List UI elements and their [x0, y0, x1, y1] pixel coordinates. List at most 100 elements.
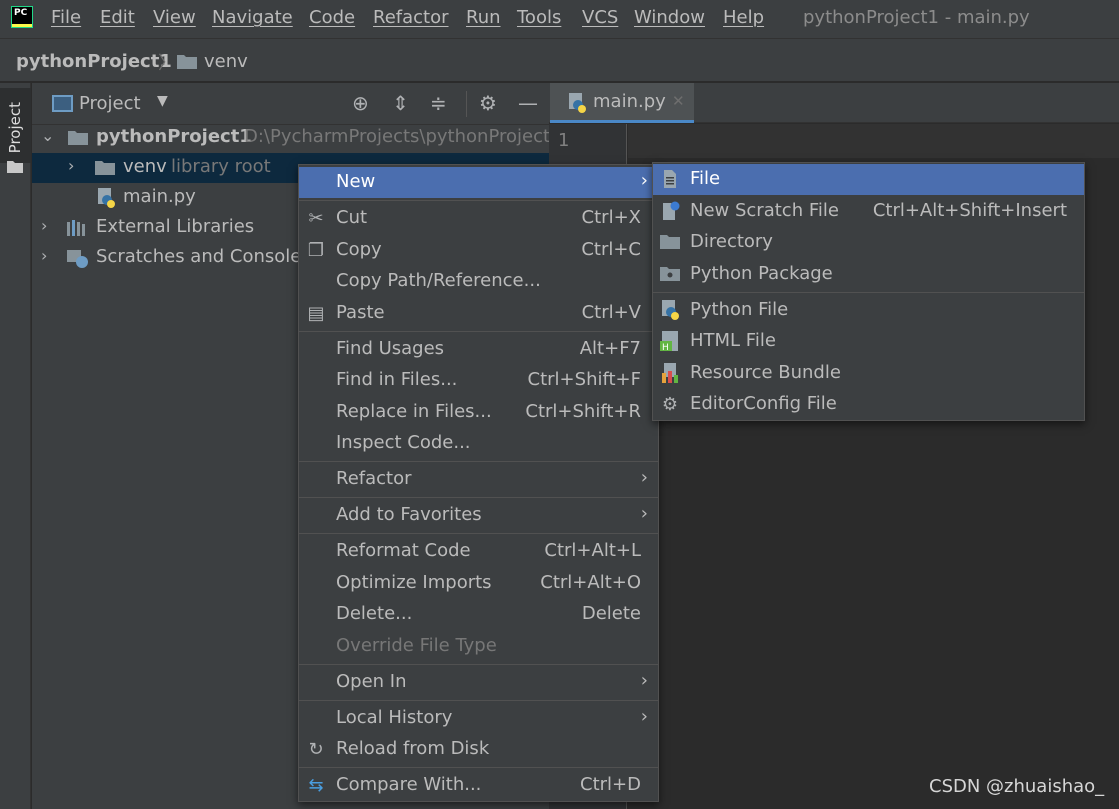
menu-item-new[interactable]: New › [299, 167, 658, 198]
menu-separator [299, 533, 658, 534]
menu-item-copy-path[interactable]: Copy Path/Reference... [299, 266, 658, 297]
menu-item-reformat-code[interactable]: Reformat Code Ctrl+Alt+L [299, 536, 658, 567]
menu-item-replace-in-files[interactable]: Replace in Files... Ctrl+Shift+R [299, 397, 658, 428]
chevron-right-icon: › [640, 706, 648, 727]
python-file-icon [569, 93, 586, 113]
submenu-item-python-package[interactable]: Python Package [653, 259, 1084, 290]
hide-icon[interactable]: — [518, 92, 538, 114]
collapse-all-icon[interactable]: ≑ [430, 92, 447, 114]
menu-item-paste[interactable]: ▤ Paste Ctrl+V [299, 298, 658, 329]
chevron-right-icon[interactable]: › [41, 246, 47, 265]
menu-item-shortcut: Ctrl+Shift+R [525, 401, 641, 422]
menu-item-delete[interactable]: Delete... Delete [299, 599, 658, 630]
menu-edit[interactable]: Edit [100, 7, 135, 28]
menu-window[interactable]: Window [634, 7, 705, 28]
menu-item-find-in-files[interactable]: Find in Files... Ctrl+Shift+F [299, 365, 658, 396]
menu-item-label: Python Package [690, 263, 833, 284]
menu-item-label: Cut [336, 207, 368, 228]
menu-help[interactable]: Help [723, 7, 764, 28]
menu-item-label: Delete... [336, 603, 413, 624]
menu-item-compare-with[interactable]: ⇆ Compare With... Ctrl+D [299, 770, 658, 801]
folder-icon [177, 55, 197, 69]
tab-main-py[interactable]: main.py ✕ [550, 83, 694, 123]
chevron-down-icon[interactable]: ⌄ [41, 126, 54, 145]
gear-icon: ⚙ [661, 394, 679, 415]
breadcrumb-venv[interactable]: venv [204, 51, 248, 72]
menu-item-label: Override File Type [336, 635, 497, 656]
menu-item-label: Refactor [336, 468, 412, 489]
html-file-icon: H [660, 331, 678, 351]
svg-text:H: H [662, 343, 669, 351]
submenu-item-editorconfig-file[interactable]: ⚙ EditorConfig File [653, 389, 1084, 420]
menu-tools[interactable]: Tools [517, 7, 561, 28]
menu-item-local-history[interactable]: Local History › [299, 703, 658, 734]
menu-item-reload-from-disk[interactable]: ↻ Reload from Disk [299, 734, 658, 765]
gear-icon[interactable]: ⚙ [479, 92, 497, 114]
menu-item-find-usages[interactable]: Find Usages Alt+F7 [299, 334, 658, 365]
chevron-right-icon[interactable]: › [41, 216, 47, 235]
menu-item-label: Add to Favorites [336, 504, 482, 525]
menu-item-optimize-imports[interactable]: Optimize Imports Ctrl+Alt+O [299, 568, 658, 599]
menu-item-inspect-code[interactable]: Inspect Code... [299, 428, 658, 459]
tree-item-project-root[interactable]: ⌄ pythonProject1 D:\PycharmProjects\pyth… [32, 123, 561, 153]
menu-code[interactable]: Code [309, 7, 355, 28]
submenu-item-directory[interactable]: Directory [653, 227, 1084, 258]
pycharm-logo-icon: PC [11, 6, 33, 28]
toolbar-divider [466, 91, 467, 117]
menu-view[interactable]: View [153, 7, 196, 28]
folder-icon [68, 131, 88, 145]
menu-separator [299, 461, 658, 462]
menu-item-label: Replace in Files... [336, 401, 492, 422]
folder-icon [660, 235, 680, 249]
submenu-item-html-file[interactable]: H HTML File [653, 326, 1084, 357]
menu-separator [299, 200, 658, 201]
chevron-right-icon[interactable]: › [68, 156, 74, 175]
scratches-icon [67, 250, 88, 268]
window-title: pythonProject1 - main.py [803, 7, 1030, 28]
breadcrumb-project[interactable]: pythonProject1 [16, 51, 172, 72]
submenu-item-resource-bundle[interactable]: Resource Bundle [653, 358, 1084, 389]
chevron-down-icon[interactable]: ▼ [157, 93, 168, 109]
locate-icon[interactable]: ⊕ [352, 92, 369, 114]
tab-main-py-label: main.py [593, 91, 666, 112]
submenu-item-python-file[interactable]: Python File [653, 295, 1084, 326]
project-tool-label: Project [6, 102, 24, 154]
python-file-icon [98, 188, 115, 208]
menu-item-label: EditorConfig File [690, 393, 837, 414]
project-view-selector[interactable]: Project [79, 93, 141, 114]
tool-window-strip: Project [0, 83, 31, 809]
menu-refactor[interactable]: Refactor [373, 7, 449, 28]
menu-item-open-in[interactable]: Open In › [299, 667, 658, 698]
menu-item-copy[interactable]: ❐ Copy Ctrl+C [299, 235, 658, 266]
menu-item-label: Copy [336, 239, 382, 260]
project-panel-header: Project ▼ ⊕ ⇕ ≑ ⚙ — [32, 83, 549, 125]
menu-item-label: Paste [336, 302, 385, 323]
package-icon [660, 267, 680, 281]
menu-separator [299, 331, 658, 332]
menu-item-label: Reload from Disk [336, 738, 490, 759]
watermark: CSDN @zhuaishao_ [929, 776, 1105, 797]
expand-all-icon[interactable]: ⇕ [392, 92, 409, 114]
menu-item-cut[interactable]: ✂ Cut Ctrl+X [299, 203, 658, 234]
menu-item-label: Find Usages [336, 338, 445, 359]
menu-vcs[interactable]: VCS [582, 7, 618, 28]
menu-run[interactable]: Run [466, 7, 501, 28]
menu-item-add-to-favorites[interactable]: Add to Favorites › [299, 500, 658, 531]
compare-icon: ⇆ [308, 775, 324, 796]
menu-item-shortcut: Ctrl+Alt+Shift+Insert [872, 200, 1067, 221]
project-tool-tab[interactable]: Project [0, 88, 31, 173]
context-menu: New › ✂ Cut Ctrl+X ❐ Copy Ctrl+C Copy Pa… [298, 164, 659, 802]
menu-item-label: Open In [336, 671, 407, 692]
menu-item-label: Optimize Imports [336, 572, 492, 593]
menu-item-shortcut: Ctrl+Shift+F [527, 369, 641, 390]
submenu-item-new-scratch-file[interactable]: New Scratch File Ctrl+Alt+Shift+Insert [653, 196, 1084, 227]
menu-item-shortcut: Ctrl+V [581, 302, 641, 323]
menu-file[interactable]: File [51, 7, 81, 28]
venv-name: venv [123, 156, 167, 177]
menu-item-label: New [336, 171, 376, 192]
menu-navigate[interactable]: Navigate [212, 7, 293, 28]
submenu-item-file[interactable]: File [653, 164, 1084, 195]
menu-item-refactor[interactable]: Refactor › [299, 464, 658, 495]
close-icon[interactable]: ✕ [672, 92, 685, 110]
resource-bundle-icon [662, 363, 678, 383]
